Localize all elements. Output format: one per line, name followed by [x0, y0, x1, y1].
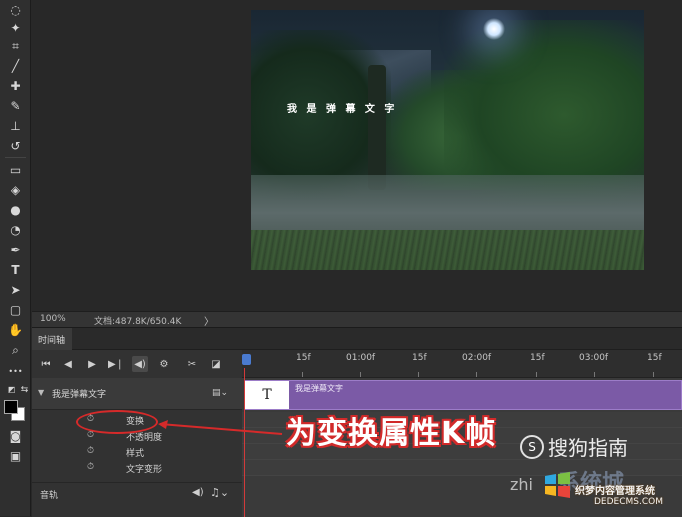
screen-mode-icon[interactable]: ▣	[7, 448, 24, 464]
audio-track-row[interactable]: 音轨 ◀) ♫⌄	[32, 482, 242, 504]
zoom-level[interactable]: 100%	[40, 314, 66, 324]
film-strip-icon[interactable]: ▤⌄	[212, 388, 228, 398]
canvas-text-layer[interactable]: 我 是 弹 幕 文 字	[287, 100, 397, 115]
music-note-icon[interactable]: ♫⌄	[210, 486, 229, 499]
path-select-icon[interactable]: ➤	[7, 282, 24, 298]
clip-thumbnail: T	[245, 381, 289, 409]
healing-brush-icon[interactable]: ✚	[7, 78, 24, 94]
moon	[483, 18, 505, 40]
stopwatch-icon[interactable]: ⏱	[87, 446, 94, 456]
tree-trunk	[368, 65, 386, 190]
magic-wand-icon[interactable]: ✦	[7, 20, 24, 36]
property-row-text-warp[interactable]: ⏱ 文字变形	[32, 460, 242, 476]
tab-timeline[interactable]: 时间轴	[32, 328, 72, 350]
timeline-layer-list: ▼ 我是弹幕文字 ▤⌄ ⏱ 变换 ⏱ 不透明度 ⏱ 样式 ⏱ 文字变形 音轨 ◀…	[32, 378, 242, 517]
dodge-icon[interactable]: ◔	[7, 222, 24, 238]
play-icon[interactable]: ▶	[84, 356, 100, 372]
chevron-down-icon[interactable]: ▼	[38, 388, 44, 397]
ruler-tick	[418, 372, 419, 377]
settings-icon[interactable]: ⚙	[156, 356, 172, 372]
playhead-handle[interactable]	[242, 354, 251, 365]
tools-panel: ◌ ✦ ⌗ ╱ ✚ ✎ ⊥ ↺ ▭ ◈ ● ◔ ✒ T ➤ ▢ ✋ ⌕ ••• …	[0, 0, 31, 516]
zoom-icon[interactable]: ⌕	[7, 342, 24, 358]
toolbar-divider	[5, 157, 26, 158]
eraser-icon[interactable]: ▭	[7, 162, 24, 178]
dedecms-url-watermark: DEDECMS.COM	[594, 497, 663, 507]
more-tools-icon[interactable]: •••	[7, 364, 24, 380]
timeline-ruler[interactable]: 15f 01:00f 15f 02:00f 15f 03:00f 15f	[242, 350, 682, 378]
ruler-tick	[653, 372, 654, 377]
foreground-color-swatch[interactable]	[4, 400, 18, 414]
swap-colors-icon[interactable]: ⇆	[16, 382, 33, 398]
prev-frame-icon[interactable]: ◀	[60, 356, 76, 372]
first-frame-icon[interactable]: ⏮	[38, 356, 54, 372]
property-row-style[interactable]: ⏱ 样式	[32, 444, 242, 460]
next-frame-icon[interactable]: ▶❘	[108, 356, 124, 372]
type-icon[interactable]: T	[7, 262, 24, 278]
document-info: 文档:487.8K/650.4K	[94, 317, 182, 327]
annotation-caption: 为变换属性K帧	[286, 416, 497, 451]
speaker-icon[interactable]: ◀)	[192, 487, 204, 498]
clone-stamp-icon[interactable]: ⊥	[7, 118, 24, 134]
property-label: 样式	[126, 449, 145, 459]
lasso-icon[interactable]: ◌	[7, 2, 24, 18]
ruler-tick-label: 02:00f	[462, 353, 492, 363]
transition-icon[interactable]: ◪	[208, 356, 224, 372]
ruler-tick	[536, 372, 537, 377]
eyedropper-icon[interactable]: ╱	[7, 58, 24, 74]
ruler-tick-label: 03:00f	[579, 353, 609, 363]
history-brush-icon[interactable]: ↺	[7, 138, 24, 154]
pen-icon[interactable]: ✒	[7, 242, 24, 258]
ruler-tick	[360, 372, 361, 377]
ruler-tick-label: 15f	[530, 353, 545, 363]
stopwatch-icon[interactable]: ⏱	[87, 462, 94, 472]
brush-icon[interactable]: ✎	[7, 98, 24, 114]
crop-icon[interactable]: ⌗	[7, 38, 24, 54]
ruler-tick	[302, 372, 303, 377]
ruler-tick-label: 15f	[412, 353, 427, 363]
annotation-ellipse	[76, 410, 158, 434]
sogou-watermark-text: 搜狗指南	[548, 436, 628, 460]
property-label: 文字变形	[126, 465, 163, 475]
ruler-tick	[594, 372, 595, 377]
layer-name: 我是弹幕文字	[52, 390, 107, 400]
layer-row-group[interactable]: ▼ 我是弹幕文字 ▤⌄	[32, 378, 242, 410]
grass	[251, 230, 644, 270]
audio-toggle-icon[interactable]: ◀)	[132, 356, 148, 372]
status-bar: 100% 文档:487.8K/650.4K 〉	[32, 311, 682, 328]
ruler-tick-label: 01:00f	[346, 353, 376, 363]
split-scissors-icon[interactable]: ✂	[184, 356, 200, 372]
ruler-tick	[476, 372, 477, 377]
zhi-watermark: zhi	[510, 475, 533, 494]
document-canvas[interactable]: 我 是 弹 幕 文 字	[251, 10, 644, 270]
status-menu-arrow[interactable]: 〉	[204, 313, 214, 328]
ruler-tick-label: 15f	[647, 353, 662, 363]
layer-clip[interactable]: T 我是弹幕文字	[244, 380, 682, 410]
sogou-logo-icon: S	[520, 434, 544, 459]
clip-label: 我是弹幕文字	[295, 384, 343, 393]
shape-icon[interactable]: ▢	[7, 302, 24, 318]
audio-track-label: 音轨	[40, 491, 59, 501]
dedecms-watermark: 织梦内容管理系统	[575, 486, 655, 497]
quick-mask-icon[interactable]: ◙	[7, 428, 24, 444]
playhead-line	[244, 368, 245, 517]
sogou-watermark: S 搜狗指南	[520, 432, 628, 461]
annotation-arrow	[158, 420, 283, 435]
timeline-controls: ⏮ ◀ ▶ ▶❘ ◀) ⚙ ✂ ◪	[32, 350, 242, 378]
ruler-tick-label: 15f	[296, 353, 311, 363]
blur-icon[interactable]: ●	[7, 202, 24, 218]
timeline-tabbar: 时间轴	[32, 328, 682, 350]
paint-bucket-icon[interactable]: ◈	[7, 182, 24, 198]
windows-logo-icon	[545, 472, 570, 498]
hand-icon[interactable]: ✋	[7, 322, 24, 338]
